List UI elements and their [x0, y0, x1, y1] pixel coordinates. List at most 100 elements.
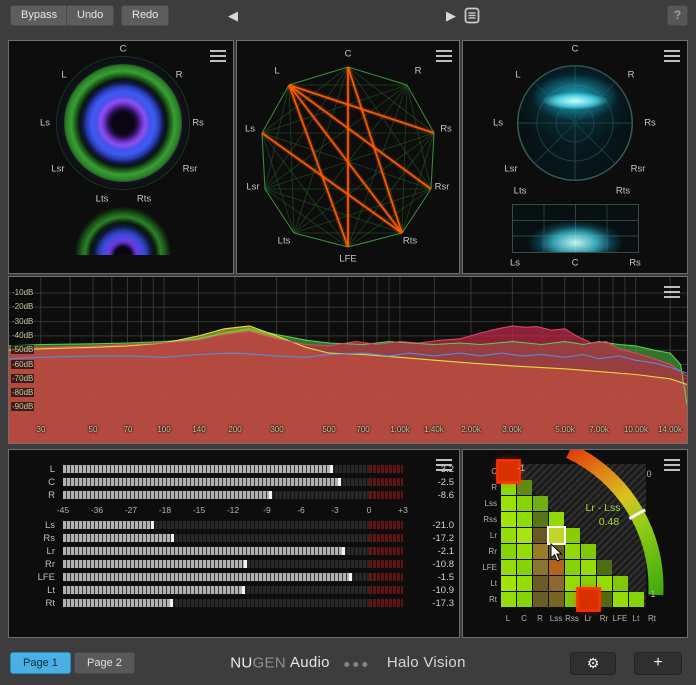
matrix-cell-rt-r[interactable] [533, 592, 548, 607]
matrix-cell-lr-rss[interactable] [565, 528, 580, 543]
meter-fill [63, 586, 245, 594]
freq-tick-label: 50 [89, 425, 98, 434]
web-label-rts: Rts [403, 236, 417, 247]
matrix-cell-rss-r[interactable] [533, 512, 548, 527]
meter-value: -10.8 [432, 559, 454, 570]
matrix-cell-rr-lss[interactable] [549, 544, 564, 559]
matrix-cell-lt-rss[interactable] [565, 576, 580, 591]
settings-button[interactable]: ⚙ [570, 652, 616, 675]
matrix-cell-lfe-rss[interactable] [565, 560, 580, 575]
matrix-cell-rt-lss[interactable] [549, 592, 564, 607]
matrix-cell-lss-l[interactable] [501, 496, 516, 511]
meter-bar [63, 560, 403, 568]
matrix-cell-lss-c[interactable] [517, 496, 532, 511]
matrix-cell-rss-lss[interactable] [549, 512, 564, 527]
matrix-cell-rt-l[interactable] [501, 592, 516, 607]
matrix-cell-lt-l[interactable] [501, 576, 516, 591]
correlation-matrix-menu-button[interactable] [664, 459, 680, 471]
matrix-cell-rr-c[interactable] [517, 544, 532, 559]
meter-peak [342, 547, 345, 555]
matrix-cell-r-c[interactable] [517, 480, 532, 495]
meter-red-zone [369, 586, 403, 594]
halo-vision-window: Bypass Undo Redo ◀ ▶ ? CLRLsRsLsrRsrLtsR… [0, 0, 696, 685]
help-button[interactable]: ? [667, 5, 688, 26]
meter-row-ls: Ls-21.0 [9, 521, 459, 530]
matrix-cell-rss-l[interactable] [501, 512, 516, 527]
gauge-label-neg: -1 [517, 463, 525, 473]
matrix-cell-lr-lss[interactable] [549, 528, 564, 543]
matrix-cell-lfe-lr[interactable] [581, 560, 596, 575]
matrix-cell-lt-lr[interactable] [581, 576, 596, 591]
meter-value: -21.0 [432, 520, 454, 531]
matrix-cell-r-l[interactable] [501, 480, 516, 495]
matrix-cell-rt-lfe[interactable] [613, 592, 628, 607]
matrix-cell-rt-lr[interactable] [579, 590, 599, 610]
freq-tick-label: 14.00k [658, 425, 682, 434]
db-tick-label: -70dB [11, 374, 34, 383]
matrix-cell-rt-rr[interactable] [597, 592, 612, 607]
matrix-col-label: Rr [600, 614, 608, 623]
scope1-label-lsr: Lsr [51, 164, 64, 175]
prev-preset-icon[interactable]: ◀ [228, 8, 238, 24]
preset-list-icon[interactable] [464, 7, 480, 28]
spatial-polar-menu-button[interactable] [664, 50, 680, 62]
matrix-cell-rr-rss[interactable] [565, 544, 580, 559]
matrix-cell-lr-c[interactable] [517, 528, 532, 543]
meter-red-zone [369, 521, 403, 529]
meter-channel-label: Lt [9, 585, 55, 596]
matrix-cell-lt-rr[interactable] [597, 576, 612, 591]
db-tick-label: -50dB [11, 345, 34, 354]
matrix-cell-rr-l[interactable] [501, 544, 516, 559]
freq-tick-label: 300 [270, 425, 283, 434]
page1-tab[interactable]: Page 1 [10, 652, 71, 674]
meter-red-zone [369, 491, 403, 499]
matrix-cell-lfe-lss[interactable] [549, 560, 564, 575]
add-panel-button[interactable]: + [634, 652, 682, 675]
redo-button[interactable]: Redo [121, 5, 169, 26]
matrix-cell-lt-lfe[interactable] [613, 576, 628, 591]
meter-scale-label: -3 [331, 505, 339, 515]
meter-fill [63, 534, 174, 542]
meter-peak [269, 491, 272, 499]
polar-label-l: L [515, 70, 520, 81]
correlation-web-menu-button[interactable] [436, 50, 452, 62]
matrix-cell-c-l[interactable] [499, 462, 519, 482]
matrix-cell-lt-lss[interactable] [549, 576, 564, 591]
page2-tab[interactable]: Page 2 [74, 652, 135, 674]
matrix-cell-lfe-c[interactable] [517, 560, 532, 575]
meter-value: -17.2 [432, 533, 454, 544]
meter-bar [63, 521, 403, 529]
spectrum-axis-labels: -10dB-20dB-30dB-40dB-50dB-60dB-70dB-80dB… [9, 277, 687, 443]
freq-tick-label: 30 [37, 425, 46, 434]
db-tick-label: -10dB [11, 288, 34, 297]
matrix-cell-lr-r[interactable] [533, 528, 548, 543]
matrix-cell-rt-c[interactable] [517, 592, 532, 607]
matrix-cell-lfe-l[interactable] [501, 560, 516, 575]
matrix-cell-rt-lt[interactable] [629, 592, 644, 607]
matrix-cell-lfe-r[interactable] [533, 560, 548, 575]
meter-value: -17.3 [432, 598, 454, 609]
spectrum-menu-button[interactable] [664, 286, 680, 298]
surround-scope-menu-button[interactable] [210, 50, 226, 62]
freq-tick-label: 7.00k [589, 425, 609, 434]
matrix-cell-lt-c[interactable] [517, 576, 532, 591]
next-preset-icon[interactable]: ▶ [446, 8, 456, 24]
matrix-cell-rr-lr[interactable] [581, 544, 596, 559]
matrix-cell-lr-l[interactable] [501, 528, 516, 543]
matrix-cell-lss-r[interactable] [533, 496, 548, 511]
undo-button[interactable]: Undo [66, 5, 114, 26]
web-label-lts: Lts [278, 236, 291, 247]
polar-label-r: R [628, 70, 635, 81]
plus-icon: + [653, 654, 662, 671]
matrix-cell-rt-rss[interactable] [565, 592, 580, 607]
gear-icon: ⚙ [587, 655, 600, 671]
matrix-cell-rr-r[interactable] [533, 544, 548, 559]
level-meters-menu-button[interactable] [436, 459, 452, 471]
matrix-cell-lfe-rr[interactable] [597, 560, 612, 575]
matrix-cell-lt-r[interactable] [533, 576, 548, 591]
matrix-row-label: R [463, 483, 497, 492]
matrix-cell-rss-c[interactable] [517, 512, 532, 527]
bypass-button[interactable]: Bypass [10, 5, 68, 26]
matrix-row-label: Rt [463, 595, 497, 604]
meter-value: -10.9 [432, 585, 454, 596]
